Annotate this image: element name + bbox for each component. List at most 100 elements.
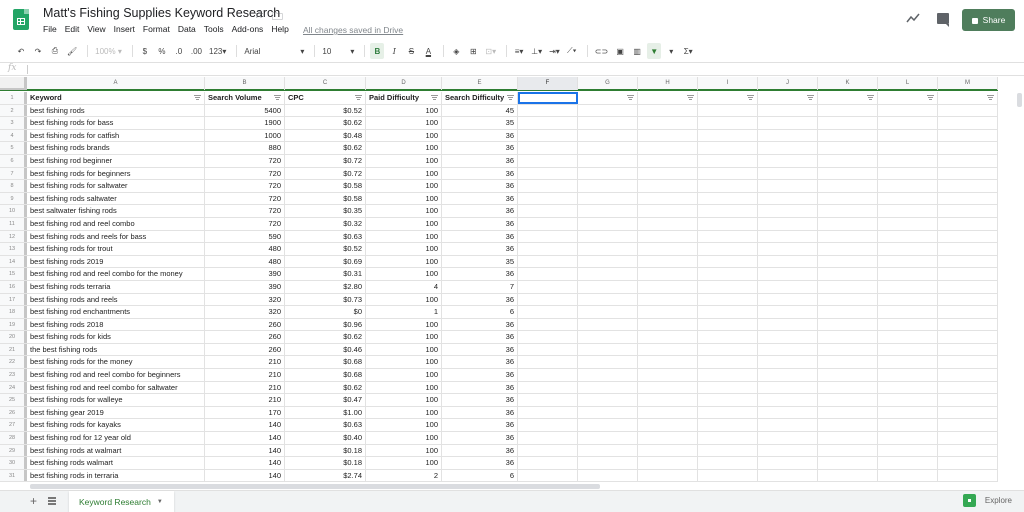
cell[interactable]: $0.62 — [285, 117, 366, 129]
cell[interactable] — [878, 142, 938, 154]
column-header-g[interactable]: G — [578, 77, 638, 90]
cell[interactable]: 6 — [442, 469, 518, 482]
cell[interactable] — [518, 217, 578, 230]
column-header-d[interactable]: D — [366, 77, 442, 90]
formula-input[interactable] — [32, 63, 1012, 75]
cell[interactable] — [818, 394, 878, 406]
paint-format-icon[interactable]: 🖌 — [65, 43, 79, 59]
row-number[interactable]: 26 — [0, 406, 27, 419]
cell[interactable] — [818, 343, 878, 356]
column-header-j[interactable]: J — [758, 77, 818, 90]
cell[interactable] — [638, 180, 698, 192]
filter-views-dropdown[interactable]: ▾ — [664, 43, 678, 59]
italic-button[interactable]: I — [387, 43, 401, 59]
cell[interactable] — [638, 217, 698, 230]
cell[interactable] — [938, 129, 998, 142]
cell[interactable]: 36 — [442, 154, 518, 167]
cell[interactable] — [938, 343, 998, 356]
insert-chart-icon[interactable]: ▥ — [630, 43, 644, 59]
cell[interactable] — [638, 167, 698, 180]
insert-link-icon[interactable]: ⊂⊃ — [593, 43, 610, 59]
cell[interactable]: 210 — [205, 369, 285, 381]
cell[interactable] — [698, 306, 758, 318]
row-number[interactable]: 28 — [0, 432, 27, 444]
select-all-corner[interactable] — [0, 77, 27, 90]
currency-format-button[interactable]: $ — [138, 43, 152, 59]
cell[interactable] — [818, 381, 878, 394]
cell[interactable]: 6 — [442, 306, 518, 318]
cell[interactable]: 100 — [366, 192, 442, 205]
save-status-link[interactable]: All changes saved in Drive — [303, 25, 403, 35]
cell[interactable] — [818, 180, 878, 192]
cell[interactable]: 100 — [366, 117, 442, 129]
activity-trend-icon[interactable] — [906, 13, 920, 23]
cell[interactable]: 100 — [366, 255, 442, 268]
cell[interactable] — [758, 318, 818, 331]
cell[interactable]: 36 — [442, 381, 518, 394]
increase-decimal-button[interactable]: .00 — [189, 43, 204, 59]
cell[interactable] — [638, 142, 698, 154]
cell[interactable]: 100 — [366, 217, 442, 230]
cell[interactable]: $0.18 — [285, 457, 366, 469]
cell[interactable] — [638, 381, 698, 394]
cell[interactable] — [518, 419, 578, 432]
filter-icon[interactable]: ▼ — [647, 43, 662, 59]
column-header-h[interactable]: H — [638, 77, 698, 90]
cell[interactable] — [938, 192, 998, 205]
column-header-a[interactable]: A — [27, 77, 205, 90]
row-number[interactable]: 29 — [0, 444, 27, 457]
cell[interactable] — [638, 230, 698, 243]
undo-icon[interactable]: ↶ — [14, 43, 28, 59]
menu-data[interactable]: Data — [178, 24, 196, 34]
cell[interactable]: 36 — [442, 268, 518, 280]
cell[interactable] — [758, 192, 818, 205]
cell[interactable] — [938, 293, 998, 306]
cell[interactable] — [878, 306, 938, 318]
column-header-c[interactable]: C — [285, 77, 366, 90]
cell[interactable]: 36 — [442, 457, 518, 469]
cell[interactable]: best fishing rod enchantments — [27, 306, 205, 318]
cell[interactable] — [698, 280, 758, 293]
cell[interactable] — [878, 432, 938, 444]
cell[interactable] — [638, 192, 698, 205]
cell[interactable] — [578, 268, 638, 280]
cell[interactable]: 390 — [205, 280, 285, 293]
cell[interactable] — [938, 406, 998, 419]
row-number[interactable]: 2 — [0, 104, 27, 117]
cell[interactable] — [578, 432, 638, 444]
comments-icon[interactable] — [937, 13, 949, 27]
row-number[interactable]: 19 — [0, 318, 27, 331]
header-cell[interactable] — [758, 92, 818, 104]
cell[interactable] — [818, 432, 878, 444]
row-number[interactable]: 1 — [0, 92, 27, 104]
row-number[interactable]: 16 — [0, 280, 27, 293]
cell[interactable] — [578, 444, 638, 457]
cell[interactable]: 100 — [366, 457, 442, 469]
cell[interactable]: 100 — [366, 318, 442, 331]
cell[interactable] — [518, 142, 578, 154]
filter-icon[interactable] — [687, 95, 694, 100]
cell[interactable] — [578, 369, 638, 381]
cell[interactable] — [938, 369, 998, 381]
row-number[interactable]: 6 — [0, 154, 27, 167]
row-number[interactable]: 24 — [0, 381, 27, 394]
header-cell[interactable] — [638, 92, 698, 104]
cell[interactable]: 100 — [366, 268, 442, 280]
cell[interactable] — [758, 457, 818, 469]
cell[interactable] — [758, 205, 818, 217]
cell[interactable] — [938, 154, 998, 167]
cell[interactable] — [518, 343, 578, 356]
cell[interactable] — [518, 318, 578, 331]
cell[interactable] — [818, 280, 878, 293]
cell[interactable]: $0.58 — [285, 192, 366, 205]
horizontal-scrollbar[interactable] — [30, 484, 600, 489]
row-number[interactable]: 10 — [0, 205, 27, 217]
cell[interactable] — [818, 117, 878, 129]
row-number[interactable]: 25 — [0, 394, 27, 406]
cell[interactable] — [578, 381, 638, 394]
menu-view[interactable]: View — [87, 24, 105, 34]
cell[interactable] — [518, 243, 578, 255]
cell[interactable] — [758, 293, 818, 306]
cell[interactable] — [578, 293, 638, 306]
cell[interactable]: best fishing rods for the money — [27, 356, 205, 369]
